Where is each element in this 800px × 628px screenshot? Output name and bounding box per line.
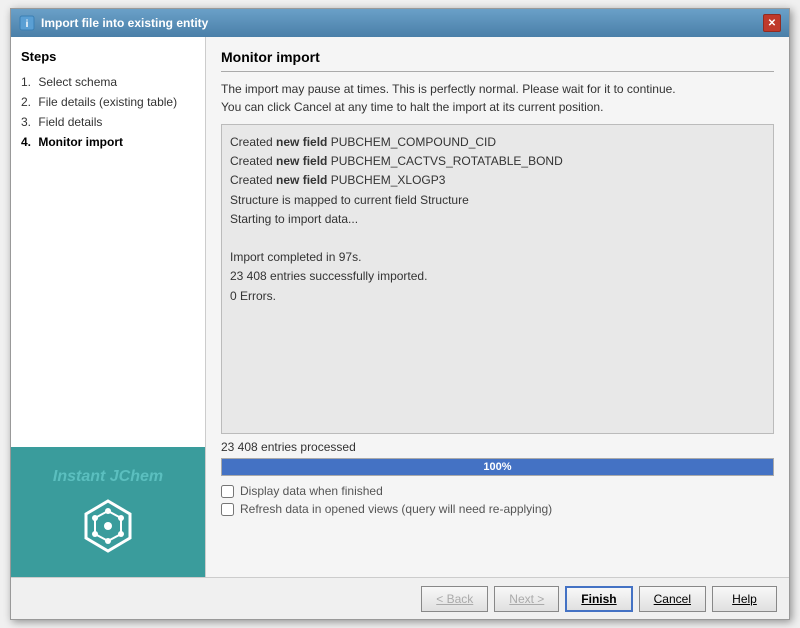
brand-label: Instant JChem — [53, 468, 163, 486]
svg-text:i: i — [26, 19, 29, 30]
progress-bar-container: 100% — [221, 458, 774, 476]
log-area: Created new field PUBCHEM_COMPOUND_CID C… — [221, 124, 774, 434]
step-3: 3. Field details — [21, 112, 195, 132]
info-line1: The import may pause at times. This is p… — [221, 82, 676, 96]
finish-button[interactable]: Finish — [565, 586, 632, 612]
log-line-2: Created new field PUBCHEM_CACTVS_ROTATAB… — [230, 152, 765, 171]
cancel-button[interactable]: Cancel — [639, 586, 706, 612]
title-bar-left: i Import file into existing entity — [19, 15, 208, 31]
step-2: 2. File details (existing table) — [21, 92, 195, 112]
next-button[interactable]: Next > — [494, 586, 559, 612]
info-line2: You can click Cancel at any time to halt… — [221, 100, 603, 114]
log-line-5: Starting to import data... — [230, 210, 765, 229]
log-line-4: Structure is mapped to current field Str… — [230, 191, 765, 210]
dialog-body: Steps 1. Select schema 2. File details (… — [11, 37, 789, 577]
main-title: Monitor import — [221, 49, 774, 72]
step-4-active: 4. Monitor import — [21, 132, 195, 152]
steps-list: 1. Select schema 2. File details (existi… — [21, 72, 195, 152]
brand-section: Instant JChem — [11, 447, 205, 577]
log-line-1: Created new field PUBCHEM_COMPOUND_CID — [230, 133, 765, 152]
step-1: 1. Select schema — [21, 72, 195, 92]
dialog-icon: i — [19, 15, 35, 31]
dialog-title: Import file into existing entity — [41, 16, 208, 30]
display-data-label: Display data when finished — [240, 484, 383, 498]
refresh-data-checkbox[interactable] — [221, 503, 234, 516]
dialog: i Import file into existing entity ✕ Ste… — [10, 8, 790, 620]
progress-percent: 100% — [483, 461, 511, 473]
display-data-checkbox[interactable] — [221, 485, 234, 498]
log-line-blank — [230, 229, 765, 248]
steps-title: Steps — [21, 49, 195, 64]
log-line-8: 0 Errors. — [230, 287, 765, 306]
log-line-3: Created new field PUBCHEM_XLOGP3 — [230, 171, 765, 190]
sidebar: Steps 1. Select schema 2. File details (… — [11, 37, 206, 577]
title-bar: i Import file into existing entity ✕ — [11, 9, 789, 37]
checkbox-row-2: Refresh data in opened views (query will… — [221, 502, 774, 516]
checkbox-row-1: Display data when finished — [221, 484, 774, 498]
log-line-6: Import completed in 97s. — [230, 248, 765, 267]
log-line-7: 23 408 entries successfully imported. — [230, 267, 765, 286]
footer: < Back Next > Finish Cancel Help — [11, 577, 789, 619]
brand-logo — [78, 496, 138, 556]
steps-section: Steps 1. Select schema 2. File details (… — [11, 37, 205, 164]
back-button[interactable]: < Back — [421, 586, 488, 612]
main-content: Monitor import The import may pause at t… — [206, 37, 789, 577]
progress-bar-fill: 100% — [222, 459, 773, 475]
close-button[interactable]: ✕ — [763, 14, 781, 32]
help-button[interactable]: Help — [712, 586, 777, 612]
info-text: The import may pause at times. This is p… — [221, 80, 774, 116]
refresh-data-label: Refresh data in opened views (query will… — [240, 502, 552, 516]
entries-processed: 23 408 entries processed — [221, 440, 774, 454]
